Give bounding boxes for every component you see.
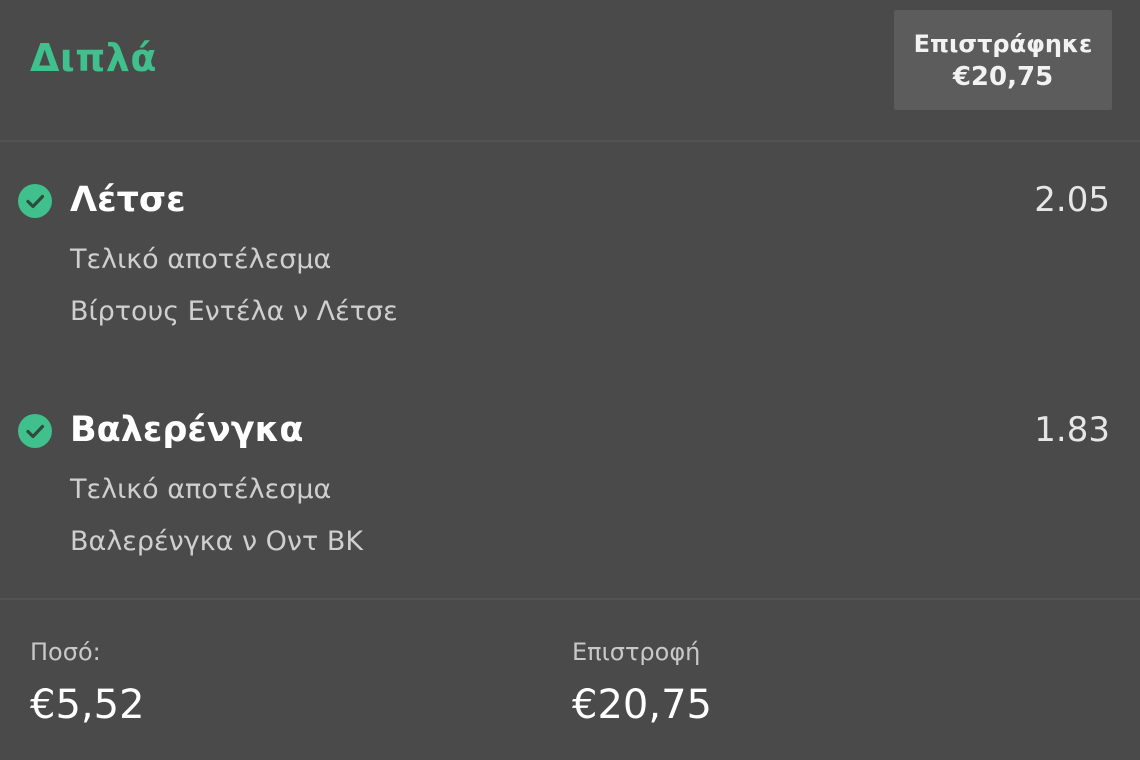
stake-label: Ποσό: — [30, 638, 101, 666]
bet-header: Διπλά Επιστράφηκε €20,75 — [0, 0, 1140, 140]
return-value: €20,75 — [572, 682, 712, 728]
selection-name: Λέτσε — [70, 180, 186, 220]
selection-market: Τελικό αποτέλεσμα — [70, 244, 332, 275]
return-label: Επιστροφή — [572, 638, 701, 666]
selection-event: Βίρτους Εντέλα ν Λέτσε — [70, 296, 398, 327]
check-circle-icon — [18, 184, 52, 218]
footer-divider — [0, 598, 1140, 600]
header-divider — [0, 140, 1140, 142]
selection-odds: 1.83 — [1034, 410, 1110, 450]
check-circle-icon — [18, 414, 52, 448]
bet-type-title: Διπλά — [30, 36, 157, 80]
returned-badge: Επιστράφηκε €20,75 — [894, 10, 1112, 110]
stake-value: €5,52 — [30, 682, 145, 728]
returned-amount: €20,75 — [952, 62, 1054, 92]
selection-odds: 2.05 — [1034, 180, 1110, 220]
returned-label: Επιστράφηκε — [913, 30, 1093, 58]
selection-item[interactable]: Βαλερένγκα 1.83 Τελικό αποτέλεσμα Βαλερέ… — [0, 390, 1140, 570]
selection-event: Βαλερένγκα ν Οντ ΒΚ — [70, 526, 364, 557]
selection-item[interactable]: Λέτσε 2.05 Τελικό αποτέλεσμα Βίρτους Εντ… — [0, 160, 1140, 340]
bet-card: Διπλά Επιστράφηκε €20,75 Λέτσε 2.05 Τελι… — [0, 0, 1140, 760]
selection-name: Βαλερένγκα — [70, 410, 304, 450]
selection-market: Τελικό αποτέλεσμα — [70, 474, 332, 505]
